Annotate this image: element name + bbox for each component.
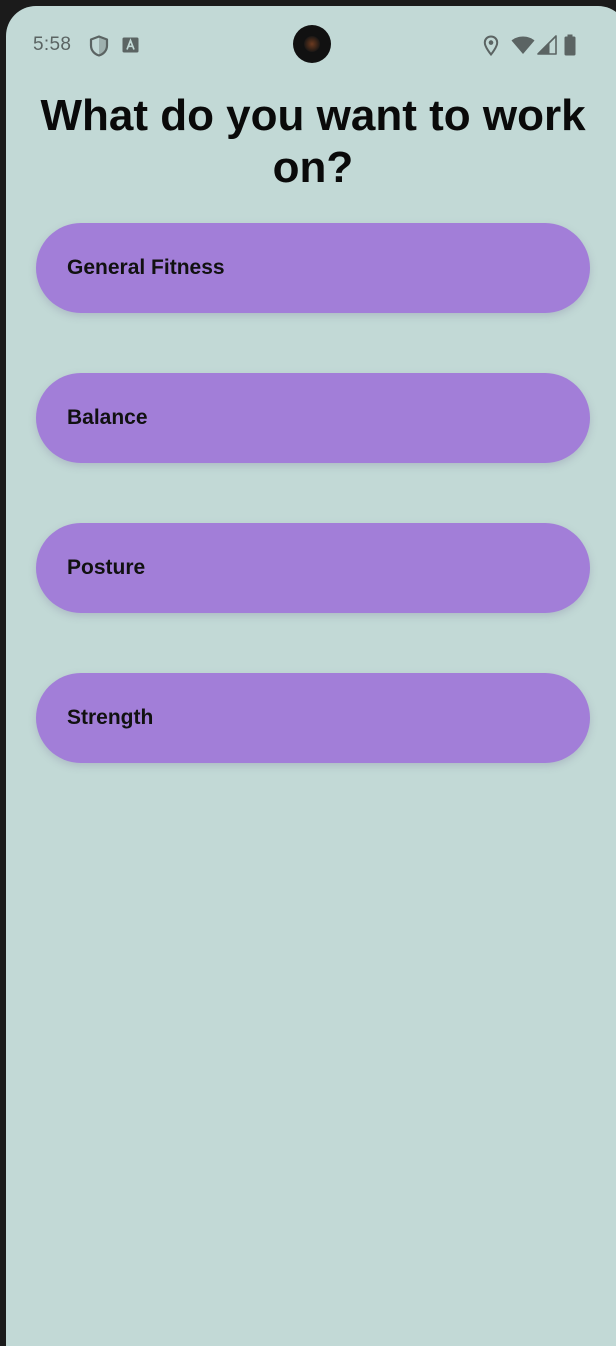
goal-options-list: General Fitness Balance Posture Strength (36, 223, 590, 823)
wifi-icon (511, 36, 535, 54)
a-text-icon (122, 37, 139, 53)
option-general-fitness-button[interactable]: General Fitness (36, 223, 590, 313)
front-camera (293, 25, 331, 63)
option-posture-button[interactable]: Posture (36, 523, 590, 613)
option-label: General Fitness (67, 256, 225, 279)
app-screen: 5:58 What do you want to work on? Genera… (6, 6, 616, 1346)
camera-lens (304, 36, 320, 52)
signal-icon (537, 35, 557, 55)
location-icon (483, 35, 499, 56)
battery-icon (564, 34, 576, 56)
option-label: Balance (67, 406, 148, 429)
status-bar: 5:58 (6, 6, 616, 86)
page-title: What do you want to work on? (40, 91, 586, 192)
option-balance-button[interactable]: Balance (36, 373, 590, 463)
shield-icon (89, 35, 109, 57)
option-strength-button[interactable]: Strength (36, 673, 590, 763)
status-time: 5:58 (33, 34, 72, 55)
option-label: Strength (67, 706, 154, 729)
option-label: Posture (67, 556, 146, 579)
